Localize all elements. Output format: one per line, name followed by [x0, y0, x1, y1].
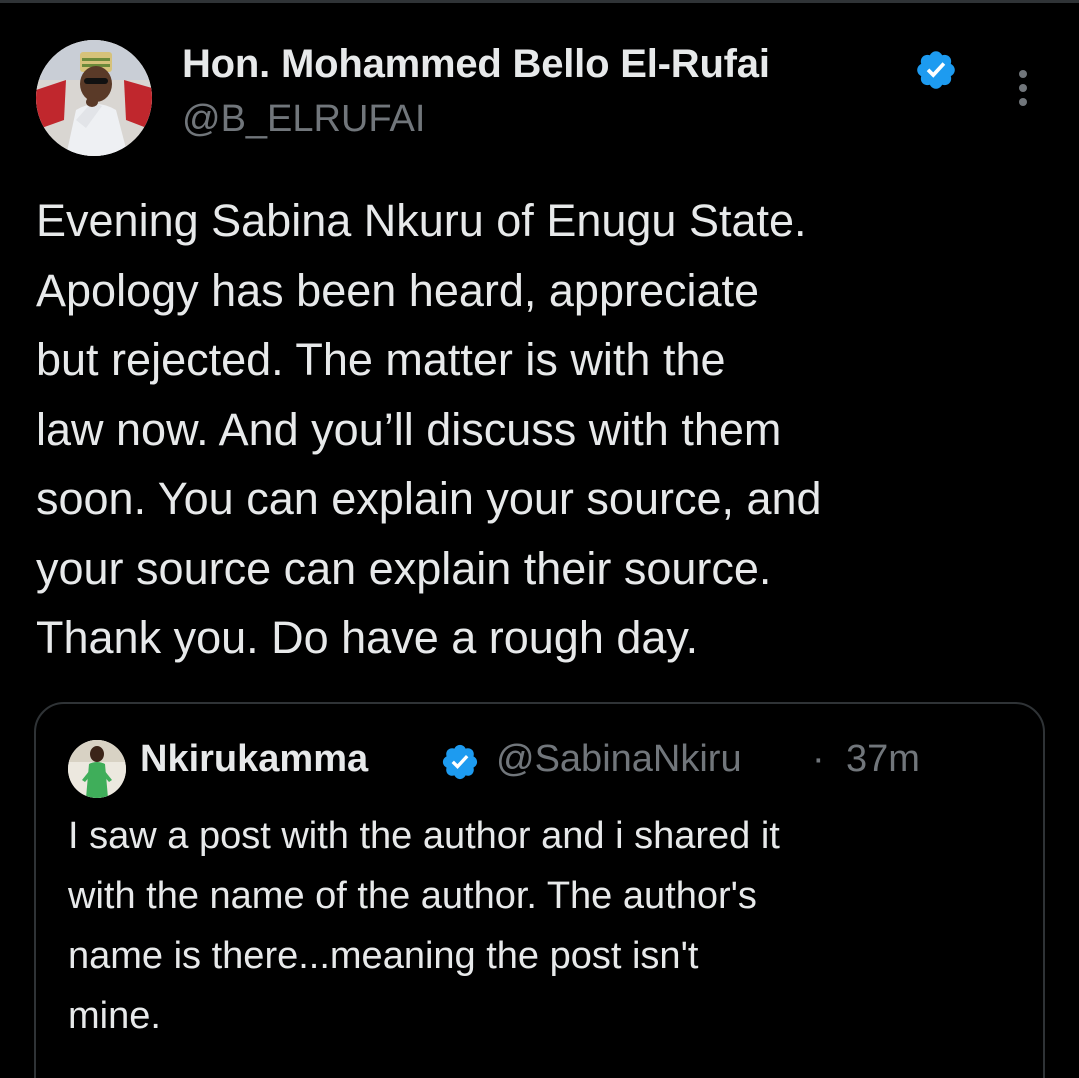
more-options-icon[interactable]: [1008, 66, 1038, 110]
avatar-image: [36, 40, 152, 156]
avatar-image: [68, 740, 126, 798]
tweet-screenshot: Hon. Mohammed Bello El-Rufai @B_ELRUFAI …: [0, 0, 1079, 1078]
quoted-author-avatar[interactable]: [68, 740, 126, 798]
quoted-post-text-line: mine.: [68, 995, 161, 1037]
author-avatar[interactable]: [36, 40, 152, 156]
post-text-line: your source can explain their source.: [36, 542, 772, 594]
post-text-line: law now. And you’ll discuss with them: [36, 403, 782, 455]
quoted-author-handle[interactable]: @SabinaNkiru: [496, 738, 742, 781]
verified-badge-icon: [914, 48, 958, 92]
post-text-line: Apology has been heard, appreciate: [36, 264, 760, 316]
post-text: Evening Sabina Nkuru of Enugu State. Apo…: [36, 186, 1046, 673]
verified-badge-icon: [440, 742, 480, 782]
divider: [0, 0, 1079, 3]
quoted-post-text-line: I saw a post with the author and i share…: [68, 815, 780, 857]
post-text-line: soon. You can explain your source, and: [36, 473, 822, 524]
quoted-post-timestamp[interactable]: 37m: [846, 738, 920, 781]
quoted-post-text-line: with the name of the author. The author'…: [68, 875, 757, 917]
post-text-line: Evening Sabina Nkuru of Enugu State.: [36, 195, 807, 246]
meta-separator: ·: [812, 738, 825, 780]
author-display-name[interactable]: Hon. Mohammed Bello El-Rufai: [182, 42, 770, 87]
author-handle[interactable]: @B_ELRUFAI: [182, 98, 425, 141]
quoted-author-display-name[interactable]: Nkirukamma: [140, 738, 368, 781]
post-text-line: Thank you. Do have a rough day.: [36, 612, 699, 663]
quoted-post-text: I saw a post with the author and i share…: [68, 806, 1028, 1046]
quoted-post-text-line: name is there...meaning the post isn't: [68, 935, 699, 977]
post-text-line: but rejected. The matter is with the: [36, 334, 726, 385]
